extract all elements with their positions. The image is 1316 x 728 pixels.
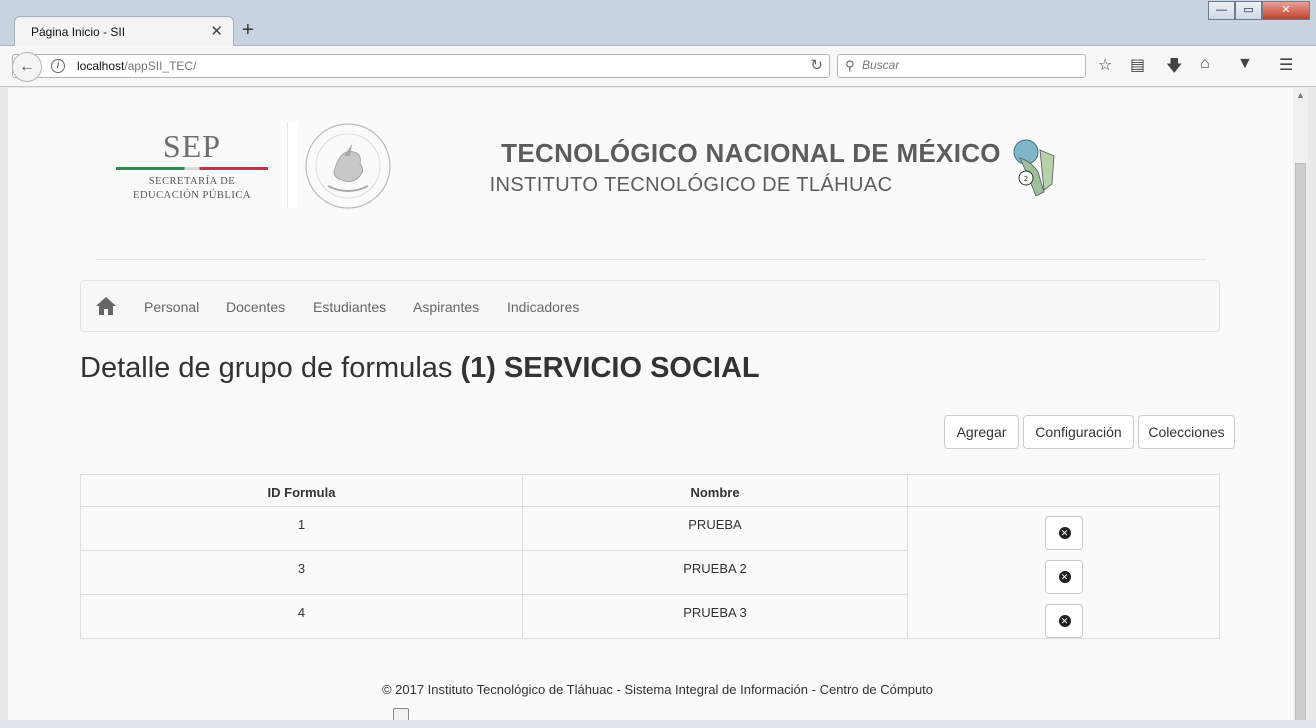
page-footer: © 2017 Instituto Tecnológico de Tláhuac … [8, 682, 1293, 697]
remove-circle-icon: ✕ [1058, 527, 1071, 540]
scrollbar-thumb[interactable] [1295, 163, 1306, 728]
column-header-actions [907, 474, 1220, 507]
column-header-name: Nombre [522, 474, 908, 507]
maximize-button[interactable]: ▭ [1235, 1, 1262, 20]
nav-item-indicadores[interactable]: Indicadores [507, 299, 579, 315]
browser-titlebar: Página Inicio - SII ✕ + — ▭ ✕ [0, 0, 1316, 47]
home-icon[interactable] [95, 295, 117, 317]
sep-title: SEP [162, 128, 222, 164]
table-row: 3 PRUEBA 2 ✕ [80, 550, 1220, 595]
remove-circle-icon: ✕ [1058, 614, 1071, 627]
new-tab-button[interactable]: + [242, 19, 254, 42]
url-path: /appSII_TEC/ [124, 59, 197, 73]
sep-color-bar [116, 167, 268, 170]
nav-item-aspirantes[interactable]: Aspirantes [413, 299, 479, 315]
url-text[interactable]: localhost/appSII_TEC/ [77, 59, 196, 73]
pocket-icon[interactable]: ▼ [1237, 55, 1253, 73]
header-divider [96, 259, 1206, 260]
search-input[interactable] [862, 58, 1077, 72]
close-window-button[interactable]: ✕ [1262, 1, 1310, 20]
search-icon: ⚲ [845, 58, 855, 73]
cell-name: PRUEBA 2 [522, 550, 908, 595]
cell-id: 1 [80, 506, 523, 551]
tab-title: Página Inicio - SII [31, 25, 126, 39]
cell-name: PRUEBA 3 [522, 594, 908, 639]
reload-icon[interactable]: ↻ [810, 56, 823, 74]
nav-item-docentes[interactable]: Docentes [226, 299, 285, 315]
table-row: 1 PRUEBA ✕ [80, 506, 1220, 551]
cell-actions: ✕ [907, 594, 1220, 639]
add-button[interactable]: Agregar [944, 415, 1019, 449]
collections-button[interactable]: Colecciones [1138, 415, 1235, 449]
delete-button[interactable]: ✕ [1044, 516, 1083, 551]
sep-subtitle-line1: SECRETARÍA DE [148, 176, 236, 187]
remove-circle-icon: ✕ [1058, 571, 1071, 583]
url-host: localhost [77, 59, 125, 73]
nav-item-estudiantes[interactable]: Estudiantes [313, 299, 386, 315]
column-header-id: ID Formula [80, 474, 523, 507]
minimize-button[interactable]: — [1208, 1, 1235, 20]
browser-navbar: ← i localhost/appSII_TEC/ ↻ ⚲ ☆ ▤ 🡇 ⌂ ▼ … [0, 46, 1316, 87]
menu-icon[interactable]: ☰ [1279, 55, 1293, 75]
sep-logo: SEP SECRETARÍA DE EDUCACIÓN PÚBLICA [112, 128, 272, 203]
url-bar[interactable]: ← i localhost/appSII_TEC/ ↻ [12, 52, 830, 82]
main-navbar: Personal Docentes Estudiantes Aspirantes… [80, 280, 1220, 332]
page-title: Detalle de grupo de formulas (1) SERVICI… [80, 352, 760, 385]
tab-close-icon[interactable]: ✕ [210, 22, 223, 40]
scroll-up-icon[interactable]: ▲ [1296, 90, 1305, 100]
cell-id: 3 [80, 550, 523, 595]
table-header-row: ID Formula Nombre [80, 474, 1220, 507]
formulas-table: ID Formula Nombre 1 PRUEBA ✕ 3 PRUEBA 2 … [80, 474, 1220, 639]
cell-id: 4 [80, 594, 523, 639]
svg-text:2: 2 [1024, 175, 1028, 183]
browser-tab[interactable]: Página Inicio - SII ✕ [14, 16, 234, 47]
page-title-group: (1) SERVICIO SOCIAL [460, 352, 760, 384]
home-icon[interactable]: ⌂ [1200, 55, 1210, 73]
sep-subtitle-line2: EDUCACIÓN PÚBLICA [133, 190, 251, 201]
vertical-scrollbar[interactable]: ▲ [1293, 88, 1308, 728]
configuration-button[interactable]: Configuración [1023, 415, 1134, 449]
site-info-icon[interactable]: i [51, 59, 65, 73]
page-viewport: SEP SECRETARÍA DE EDUCACIÓN PÚBLICA TECN… [8, 88, 1293, 720]
delete-button[interactable]: ✕ [1044, 603, 1083, 638]
cell-actions: ✕ [907, 506, 1220, 551]
cell-name: PRUEBA [522, 506, 908, 551]
reading-list-icon[interactable]: ▤ [1130, 55, 1145, 75]
window-bottom-edge [0, 720, 1316, 728]
institution-subtitle: INSTITUTO TECNOLÓGICO DE TLÁHUAC [489, 174, 893, 196]
back-arrow-icon[interactable]: ← [12, 52, 42, 82]
star-icon[interactable]: ☆ [1098, 55, 1112, 75]
delete-button[interactable]: ✕ [1044, 560, 1083, 594]
logo-divider [287, 122, 297, 208]
download-icon[interactable]: 🡇 [1166, 55, 1182, 82]
footer-text: © 2017 Instituto Tecnológico de Tláhuac … [381, 682, 934, 697]
cell-actions: ✕ [907, 550, 1220, 595]
table-row: 4 PRUEBA 3 ✕ [80, 594, 1220, 639]
search-bar[interactable]: ⚲ [837, 54, 1086, 78]
nav-item-personal[interactable]: Personal [144, 299, 199, 315]
itt-logo-icon: 2 [1013, 139, 1055, 197]
page-title-prefix: Detalle de grupo de formulas [80, 352, 453, 384]
